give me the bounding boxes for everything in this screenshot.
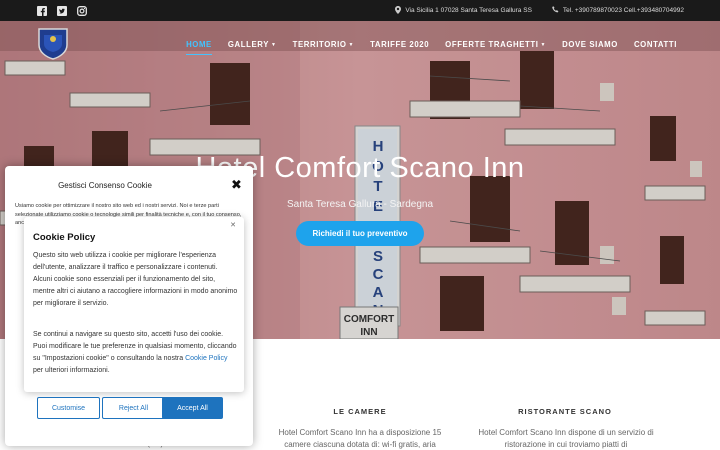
chevron-down-icon: ▼: [540, 42, 547, 48]
policy-title: Cookie Policy: [33, 232, 96, 243]
facebook-icon[interactable]: [37, 5, 47, 16]
cookie-policy-popup: ✕ Cookie Policy Questo sito web utilizza…: [24, 217, 244, 392]
chevron-down-icon: ▼: [271, 42, 277, 48]
twitter-icon[interactable]: [57, 5, 67, 16]
phone-icon: [552, 6, 559, 15]
rooms-heading: LE CAMERE: [333, 407, 387, 416]
close-icon[interactable]: ✖: [231, 178, 242, 191]
consent-title: Gestisci Consenso Cookie: [58, 181, 152, 190]
restaurant-text: Hotel Comfort Scano Inn dispone di un se…: [478, 428, 654, 449]
policy-paragraph-1: Questo sito web utilizza i cookie per mi…: [33, 252, 238, 307]
close-icon[interactable]: ✕: [230, 221, 236, 229]
nav-territorio[interactable]: TERRITORIO ▼: [285, 40, 363, 49]
rooms-text: Hotel Comfort Scano Inn ha a disposizion…: [278, 428, 442, 449]
nav-dove-siamo[interactable]: DOVE SIAMO: [554, 40, 626, 49]
hotel-logo[interactable]: [35, 25, 71, 61]
social-links: [37, 5, 87, 16]
nav-gallery[interactable]: GALLERY ▼: [220, 40, 285, 49]
phone-text[interactable]: Tel. +390789870023 Cell.+393480704992: [563, 7, 684, 14]
nav-contatti[interactable]: CONTATTI: [626, 40, 685, 49]
policy-paragraph-2: Se continui a navigare su questo sito, a…: [33, 331, 237, 374]
nav-offerte-traghetti[interactable]: OFFERTE TRAGHETTI ▼: [437, 40, 554, 49]
restaurant-heading: RISTORANTE SCANO: [518, 407, 612, 416]
request-quote-button[interactable]: Richiedi il tuo preventivo: [296, 221, 424, 246]
top-bar: Via Sicilia 1 07028 Santa Teresa Gallura…: [0, 0, 720, 21]
nav-tariffe[interactable]: TARIFFE 2020: [362, 40, 437, 49]
address-text[interactable]: Via Sicilia 1 07028 Santa Teresa Gallura…: [405, 7, 532, 14]
main-nav: HOME GALLERY ▼ TERRITORIO ▼ TARIFFE 2020 O…: [178, 40, 685, 55]
nav-home[interactable]: HOME: [178, 40, 220, 55]
cookie-policy-link[interactable]: Cookie Policy: [185, 355, 227, 362]
reject-all-button[interactable]: Reject All: [102, 397, 165, 419]
chevron-down-icon: ▼: [348, 42, 355, 48]
map-marker-icon: [395, 5, 402, 16]
accept-all-button[interactable]: Accept All: [162, 397, 223, 419]
top-contact: Via Sicilia 1 07028 Santa Teresa Gallura…: [395, 0, 684, 21]
customise-button[interactable]: Customise: [37, 397, 100, 419]
instagram-icon[interactable]: [77, 5, 87, 16]
